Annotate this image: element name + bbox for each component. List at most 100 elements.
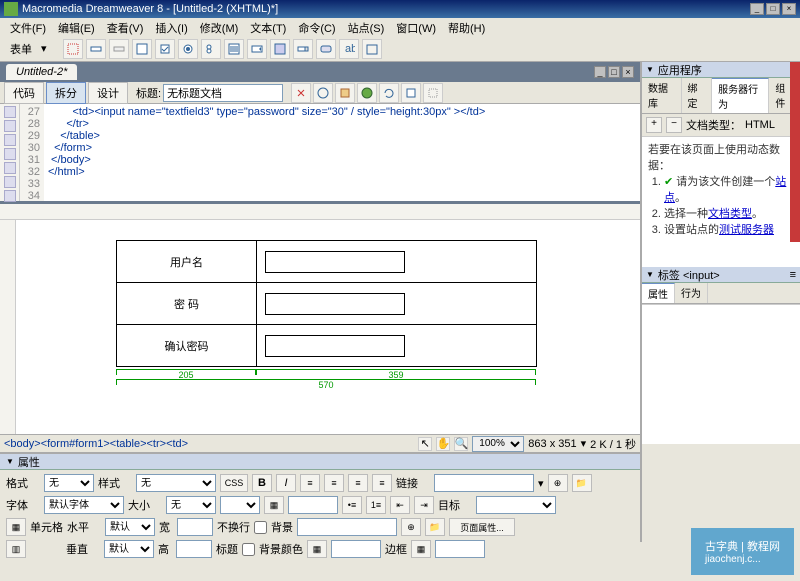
italic-button[interactable]: I	[276, 474, 296, 492]
link-doctype[interactable]: 文档类型	[708, 208, 752, 220]
label-icon[interactable]: ab	[339, 39, 359, 59]
file-mgmt-icon[interactable]	[335, 83, 355, 103]
target-select[interactable]	[476, 496, 556, 514]
cell-pwd-input[interactable]	[257, 283, 537, 325]
zoom-tool-icon[interactable]: 🔍	[454, 437, 468, 451]
align-center-button[interactable]: ≡	[324, 474, 344, 492]
remove-button[interactable]: −	[666, 117, 682, 133]
listmenu-icon[interactable]	[224, 39, 244, 59]
label-confirm[interactable]: 确认密码	[117, 325, 257, 367]
confirm-input[interactable]	[265, 335, 405, 357]
menu-text[interactable]: 文本(T)	[244, 18, 292, 36]
document-tab[interactable]: Untitled-2*	[6, 64, 77, 80]
outdent-button[interactable]: ⇤	[390, 496, 410, 514]
collapse-icon[interactable]: ▼	[646, 270, 654, 279]
border-swatch[interactable]: ▦	[411, 540, 431, 558]
bg-input[interactable]	[297, 518, 397, 536]
pointer-tool-icon[interactable]: ↖	[418, 437, 432, 451]
minimize-button[interactable]: _	[750, 3, 764, 15]
code-tool-icon[interactable]	[4, 134, 16, 146]
jumpmenu-icon[interactable]	[247, 39, 267, 59]
cell-merge-button[interactable]: ▦	[6, 518, 26, 536]
color-input[interactable]	[288, 496, 338, 514]
menu-site[interactable]: 站点(S)	[342, 18, 391, 36]
close-button[interactable]: ×	[782, 3, 796, 15]
css-button[interactable]: CSS	[220, 474, 248, 492]
menu-edit[interactable]: 编辑(E)	[52, 18, 101, 36]
cell-user-input[interactable]	[257, 241, 537, 283]
size-unit-select[interactable]	[220, 496, 260, 514]
view-options-icon[interactable]	[401, 83, 421, 103]
code-tool-icon[interactable]	[4, 176, 16, 188]
doc-minimize-button[interactable]: _	[594, 66, 606, 78]
bgcolor-input[interactable]	[331, 540, 381, 558]
collapse-icon[interactable]: ▼	[646, 65, 654, 74]
tab-bindings[interactable]: 绑定	[682, 78, 713, 113]
border-input[interactable]	[435, 540, 485, 558]
doc-restore-button[interactable]: □	[608, 66, 620, 78]
title-input[interactable]	[163, 84, 283, 102]
bold-button[interactable]: B	[252, 474, 272, 492]
filefield-icon[interactable]	[293, 39, 313, 59]
header-checkbox[interactable]	[242, 543, 255, 556]
collapse-icon[interactable]: ▼	[6, 457, 14, 466]
menu-commands[interactable]: 命令(C)	[292, 18, 341, 36]
align-justify-button[interactable]: ≡	[372, 474, 392, 492]
menu-help[interactable]: 帮助(H)	[442, 18, 491, 36]
font-select[interactable]: 默认字体	[44, 496, 124, 514]
tab-attributes[interactable]: 属性	[642, 283, 675, 303]
textarea-icon[interactable]	[132, 39, 152, 59]
textfield-icon[interactable]	[86, 39, 106, 59]
hiddenfield-icon[interactable]	[109, 39, 129, 59]
menu-view[interactable]: 查看(V)	[101, 18, 150, 36]
format-select[interactable]: 无	[44, 474, 94, 492]
color-swatch[interactable]: ▦	[264, 496, 284, 514]
page-properties-button[interactable]: 页面属性...	[449, 518, 515, 536]
code-tool-icon[interactable]	[4, 190, 16, 202]
tag-panel-header[interactable]: ▼标签 <input>≡	[642, 267, 800, 283]
code-tool-icon[interactable]	[4, 148, 16, 160]
browser-check-icon[interactable]	[313, 83, 333, 103]
cell-confirm-input[interactable]	[257, 325, 537, 367]
browse-folder-icon[interactable]: 📁	[572, 474, 592, 492]
radio-icon[interactable]	[178, 39, 198, 59]
valign-select[interactable]: 默认	[104, 540, 154, 558]
pwd-input[interactable]	[265, 293, 405, 315]
list-ul-button[interactable]: •≡	[342, 496, 362, 514]
checkbox-icon[interactable]	[155, 39, 175, 59]
halign-select[interactable]: 默认	[105, 518, 155, 536]
form-table[interactable]: 用户名 密 码 确认密码	[116, 240, 537, 367]
link-testserver[interactable]: 测试服务器	[719, 224, 774, 236]
hand-tool-icon[interactable]: ✋	[436, 437, 450, 451]
menu-modify[interactable]: 修改(M)	[194, 18, 245, 36]
design-pane[interactable]: 用户名 密 码 确认密码 205 359 570	[0, 204, 640, 434]
tab-database[interactable]: 数据库	[642, 78, 682, 113]
properties-header[interactable]: ▼属性	[0, 454, 640, 470]
label-user[interactable]: 用户名	[117, 241, 257, 283]
menu-insert[interactable]: 插入(I)	[149, 18, 193, 36]
fieldset-icon[interactable]	[362, 39, 382, 59]
bg-folder-icon[interactable]: 📁	[425, 518, 445, 536]
tag-panel-body[interactable]	[642, 304, 800, 444]
split-view-button[interactable]: 拆分	[46, 82, 86, 104]
menu-window[interactable]: 窗口(W)	[390, 18, 442, 36]
maximize-button[interactable]: □	[766, 3, 780, 15]
align-left-button[interactable]: ≡	[300, 474, 320, 492]
menu-file[interactable]: 文件(F)	[4, 18, 52, 36]
cell-split-button[interactable]: ▥	[6, 540, 26, 558]
insert-category[interactable]: 表单	[4, 39, 38, 59]
visual-aids-icon[interactable]	[423, 83, 443, 103]
link-input[interactable]	[434, 474, 534, 492]
bg-point-icon[interactable]: ⊕	[401, 518, 421, 536]
zoom-select[interactable]: 100%	[472, 436, 524, 452]
dropdown-icon[interactable]: ▾	[41, 42, 47, 55]
panel-menu-icon[interactable]: ≡	[790, 269, 796, 281]
code-view-button[interactable]: 代码	[4, 82, 44, 104]
imagefield-icon[interactable]	[270, 39, 290, 59]
align-right-button[interactable]: ≡	[348, 474, 368, 492]
refresh-icon[interactable]	[379, 83, 399, 103]
radiogroup-icon[interactable]	[201, 39, 221, 59]
style-select[interactable]: 无	[136, 474, 216, 492]
height-input[interactable]	[176, 540, 212, 558]
button-icon[interactable]	[316, 39, 336, 59]
